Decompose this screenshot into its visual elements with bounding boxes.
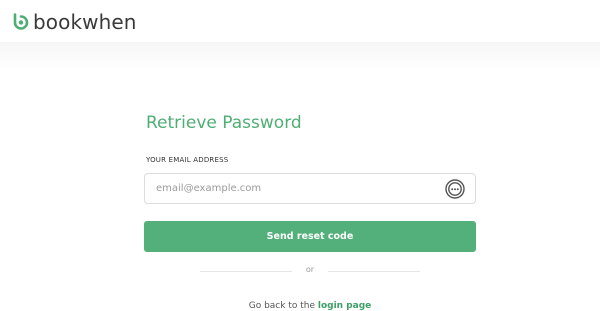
page-title: Retrieve Password bbox=[146, 113, 302, 133]
brand-name: bookwhen bbox=[33, 10, 137, 34]
or-divider: or bbox=[200, 265, 420, 277]
email-label: YOUR EMAIL ADDRESS bbox=[146, 156, 229, 164]
bookwhen-logo-icon bbox=[13, 13, 29, 30]
divider-text: or bbox=[305, 265, 315, 274]
login-page-link[interactable]: login page bbox=[318, 301, 371, 311]
back-to-login-text: Go back to the login page bbox=[0, 301, 600, 311]
email-input[interactable] bbox=[156, 174, 436, 203]
email-field[interactable] bbox=[144, 173, 476, 204]
password-manager-icon[interactable] bbox=[445, 179, 465, 199]
header-shadow bbox=[0, 42, 600, 72]
back-prefix: Go back to the bbox=[248, 301, 318, 311]
top-bar: bookwhen bbox=[0, 0, 600, 42]
brand-logo[interactable]: bookwhen bbox=[12, 10, 137, 34]
send-reset-code-button[interactable]: Send reset code bbox=[144, 221, 476, 252]
divider-line-right bbox=[328, 271, 420, 272]
